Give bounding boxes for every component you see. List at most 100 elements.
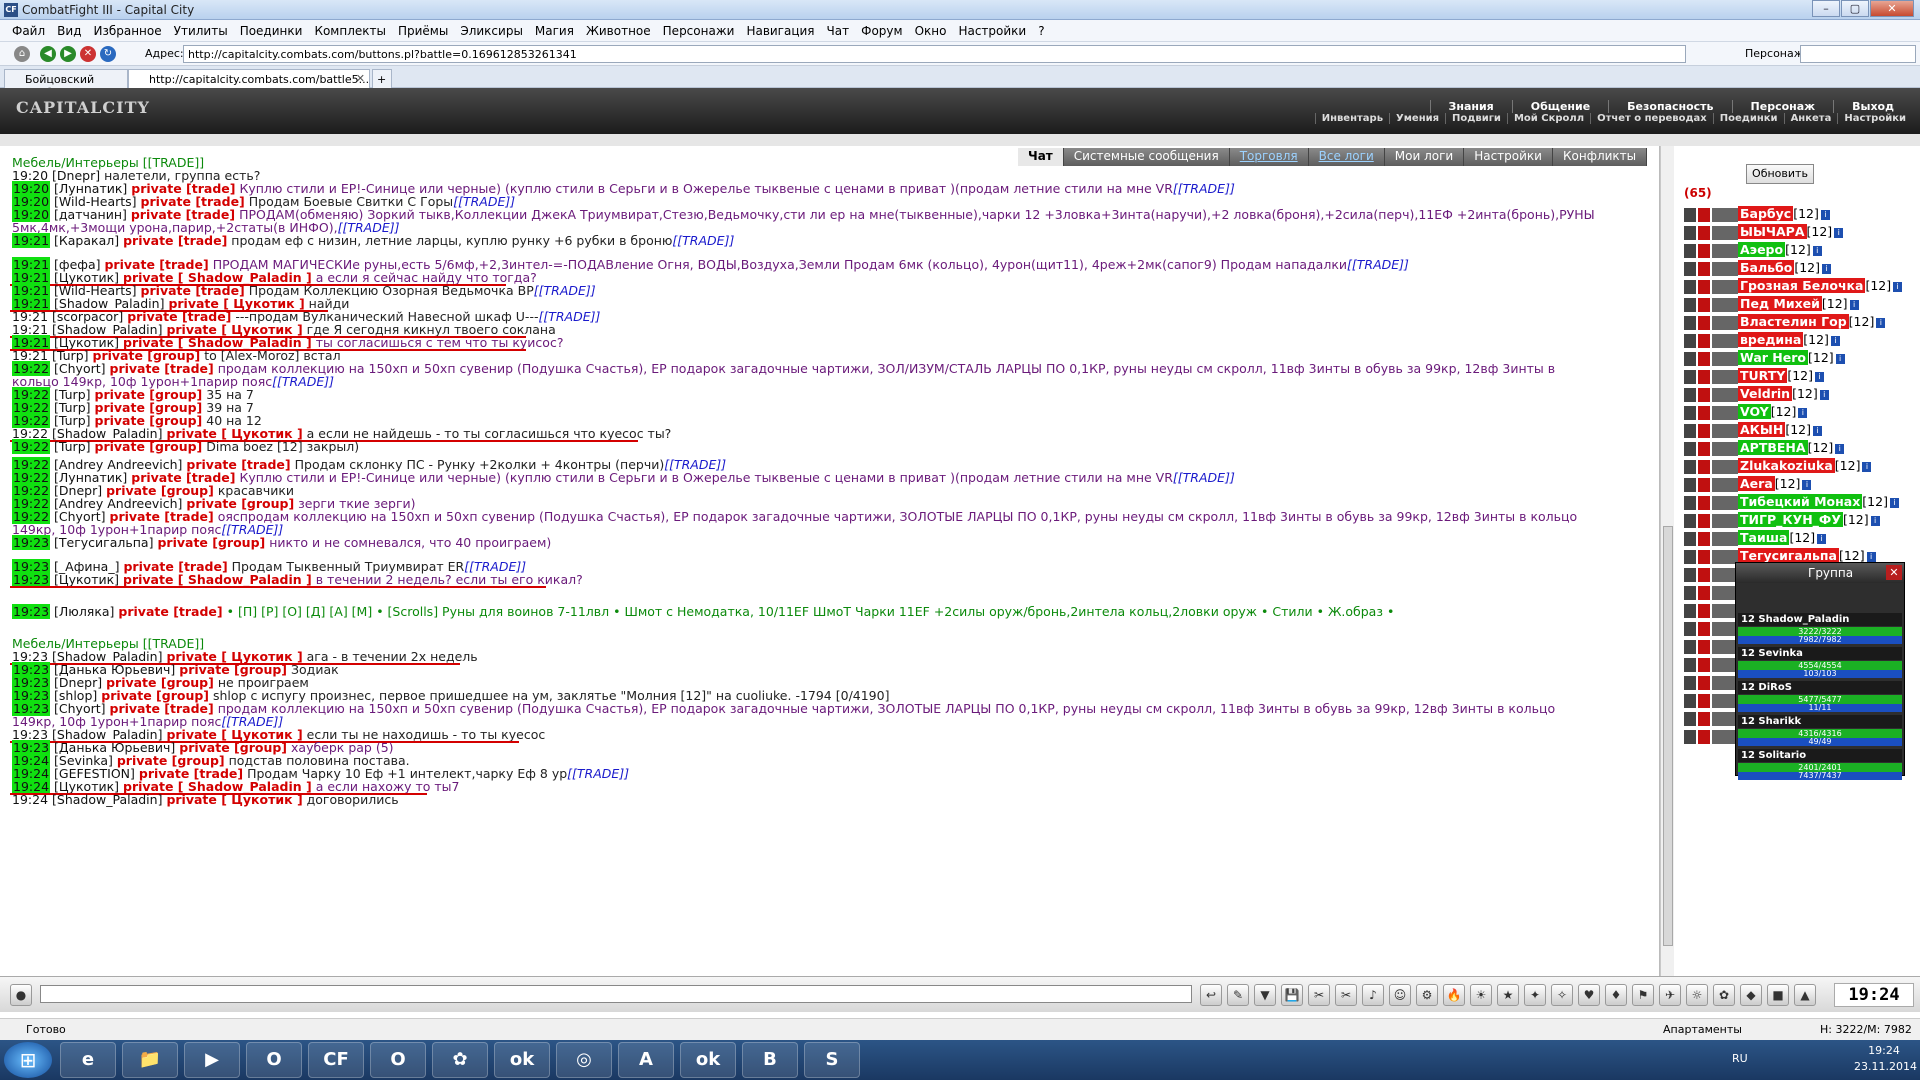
menu-item[interactable]: Файл	[12, 24, 45, 38]
chat-nick[interactable]: [Shadow_Paladin]	[52, 792, 162, 807]
toolbar-icon[interactable]: ✈	[1659, 984, 1681, 1006]
refresh-icon[interactable]: ↻	[100, 46, 116, 62]
taskbar-app[interactable]: ok	[494, 1042, 550, 1078]
scrollbar-thumb[interactable]	[1663, 526, 1673, 946]
taskbar-app[interactable]: ok	[680, 1042, 736, 1078]
toolbar-icon[interactable]: 🔥	[1443, 984, 1465, 1006]
new-tab-button[interactable]: +	[372, 69, 392, 88]
user-name[interactable]: VOY	[1738, 404, 1771, 419]
info-icon[interactable]: i	[1862, 461, 1872, 472]
chat-tab[interactable]: Мои логи	[1384, 148, 1465, 166]
user-name[interactable]: Бальбо	[1738, 260, 1795, 275]
chat-tab[interactable]: Конфликты	[1552, 148, 1648, 166]
toolbar-icon[interactable]: ✎	[1227, 984, 1249, 1006]
refresh-button[interactable]: Обновить	[1746, 164, 1814, 184]
info-icon[interactable]: i	[1835, 443, 1845, 454]
chat-private-prefix[interactable]: private [ Shadow_Paladin ]	[123, 572, 312, 587]
online-user[interactable]: VOY [12] i	[1684, 404, 1808, 422]
game-nav-item[interactable]: Персонаж	[1731, 100, 1834, 113]
info-icon[interactable]: i	[1812, 245, 1822, 256]
toolbar-icon[interactable]: ▲	[1794, 984, 1816, 1006]
group-member[interactable]: 12 Solitario 2401/2401 7437/7437	[1736, 747, 1904, 781]
game-subnav-item[interactable]: Подвиги	[1445, 113, 1507, 124]
online-user[interactable]: Барбус [12] i	[1684, 206, 1830, 224]
toolbar-icon[interactable]: ✿	[1713, 984, 1735, 1006]
trade-tag[interactable]: [[TRADE]]	[1173, 470, 1235, 485]
menu-item[interactable]: Эликсиры	[460, 24, 523, 38]
toolbar-icon[interactable]: ▼	[1254, 984, 1276, 1006]
chat-tab[interactable]: Настройки	[1464, 148, 1553, 166]
user-name[interactable]: Veldrin	[1738, 386, 1793, 401]
trade-tag[interactable]: [[TRADE]]	[272, 374, 334, 389]
user-name[interactable]: Пед Михей	[1738, 296, 1822, 311]
menu-item[interactable]: Утилиты	[174, 24, 228, 38]
trade-tag[interactable]: [[TRADE]]	[534, 283, 596, 298]
toolbar-icon[interactable]: ✦	[1524, 984, 1546, 1006]
toolbar-icon[interactable]: ⚑	[1632, 984, 1654, 1006]
info-icon[interactable]: i	[1798, 407, 1808, 418]
game-subnav-item[interactable]: Поединки	[1712, 113, 1784, 124]
game-subnav-item[interactable]: Умения	[1389, 113, 1445, 124]
online-user[interactable]: War Hero [12] i	[1684, 350, 1845, 368]
taskbar-app[interactable]: S	[804, 1042, 860, 1078]
game-subnav-item[interactable]: Инвентарь	[1314, 113, 1389, 124]
info-icon[interactable]: i	[1849, 299, 1859, 310]
online-user[interactable]: Властелин Гор [12] i	[1684, 314, 1886, 332]
menu-item[interactable]: Персонажи	[663, 24, 735, 38]
online-user[interactable]: Aera [12] i	[1684, 476, 1812, 494]
trade-tag[interactable]: [[TRADE]]	[1347, 257, 1409, 272]
close-button[interactable]: ✕	[1870, 0, 1914, 17]
menu-item[interactable]: Животное	[586, 24, 651, 38]
taskbar-app[interactable]: B	[742, 1042, 798, 1078]
taskbar-app[interactable]: ▶	[184, 1042, 240, 1078]
user-name[interactable]: Aera	[1738, 476, 1775, 491]
online-user[interactable]: АКЫН [12] i	[1684, 422, 1822, 440]
toolbar-icon[interactable]: ☀	[1470, 984, 1492, 1006]
toolbar-icon[interactable]: ✂	[1308, 984, 1330, 1006]
chat-private-prefix[interactable]: private [group]	[157, 535, 265, 550]
chat-private-prefix[interactable]: private [ Цукотик ]	[166, 792, 302, 807]
close-icon[interactable]: ✕	[1886, 565, 1902, 580]
online-user[interactable]: АРТВЕНА [12] i	[1684, 440, 1845, 458]
taskbar-app[interactable]: 📁	[122, 1042, 178, 1078]
info-icon[interactable]: i	[1820, 209, 1830, 220]
group-member[interactable]: 12 Sevinka 4554/4554 103/103	[1736, 645, 1904, 679]
language-indicator[interactable]: RU	[1732, 1052, 1748, 1065]
chat-tab[interactable]: Системные сообщения	[1063, 148, 1230, 166]
info-icon[interactable]: i	[1822, 263, 1832, 274]
info-icon[interactable]: i	[1812, 425, 1822, 436]
user-name[interactable]: вредина	[1738, 332, 1804, 347]
game-nav-item[interactable]: Безопасность	[1608, 100, 1731, 113]
info-icon[interactable]: i	[1817, 533, 1827, 544]
trade-tag[interactable]: [[TRADE]]	[672, 233, 734, 248]
menu-item[interactable]: Комплекты	[314, 24, 386, 38]
taskbar-app[interactable]: ✿	[432, 1042, 488, 1078]
menu-item[interactable]: Навигация	[746, 24, 814, 38]
chat-tab[interactable]: Торговля	[1229, 148, 1309, 166]
online-user[interactable]: Veldrin [12] i	[1684, 386, 1829, 404]
online-user[interactable]: Аэеро [12] i	[1684, 242, 1822, 260]
game-nav-item[interactable]: Выход	[1833, 100, 1912, 113]
menu-item[interactable]: Поединки	[240, 24, 303, 38]
taskbar-app[interactable]: e	[60, 1042, 116, 1078]
back-icon[interactable]: ◀	[40, 46, 56, 62]
start-button[interactable]: ⊞	[4, 1042, 52, 1078]
user-name[interactable]: Тегусигальпа	[1738, 548, 1839, 563]
menu-item[interactable]: Окно	[915, 24, 947, 38]
user-name[interactable]: ТИГР_КУН_ФУ	[1738, 512, 1843, 527]
toolbar-icon[interactable]: ✂	[1335, 984, 1357, 1006]
chat-scrollbar[interactable]	[1660, 146, 1674, 976]
menu-item[interactable]: Форум	[861, 24, 902, 38]
toolbar-icon[interactable]: ↩	[1200, 984, 1222, 1006]
tab-fight-club[interactable]: Бойцовский клуб	[4, 69, 128, 99]
forward-icon[interactable]: ▶	[60, 46, 76, 62]
info-icon[interactable]: i	[1830, 335, 1840, 346]
user-name[interactable]: Барбус	[1738, 206, 1794, 221]
stop-icon[interactable]: ✕	[80, 46, 96, 62]
user-name[interactable]: Zlukakoziuka	[1738, 458, 1835, 473]
user-name[interactable]: Грозная Белочка	[1738, 278, 1866, 293]
info-icon[interactable]: i	[1876, 317, 1886, 328]
online-user[interactable]: Бальбо [12] i	[1684, 260, 1832, 278]
trade-tag[interactable]: [[TRADE]]	[1173, 181, 1235, 196]
user-name[interactable]: Тибецкий Монах	[1738, 494, 1863, 509]
